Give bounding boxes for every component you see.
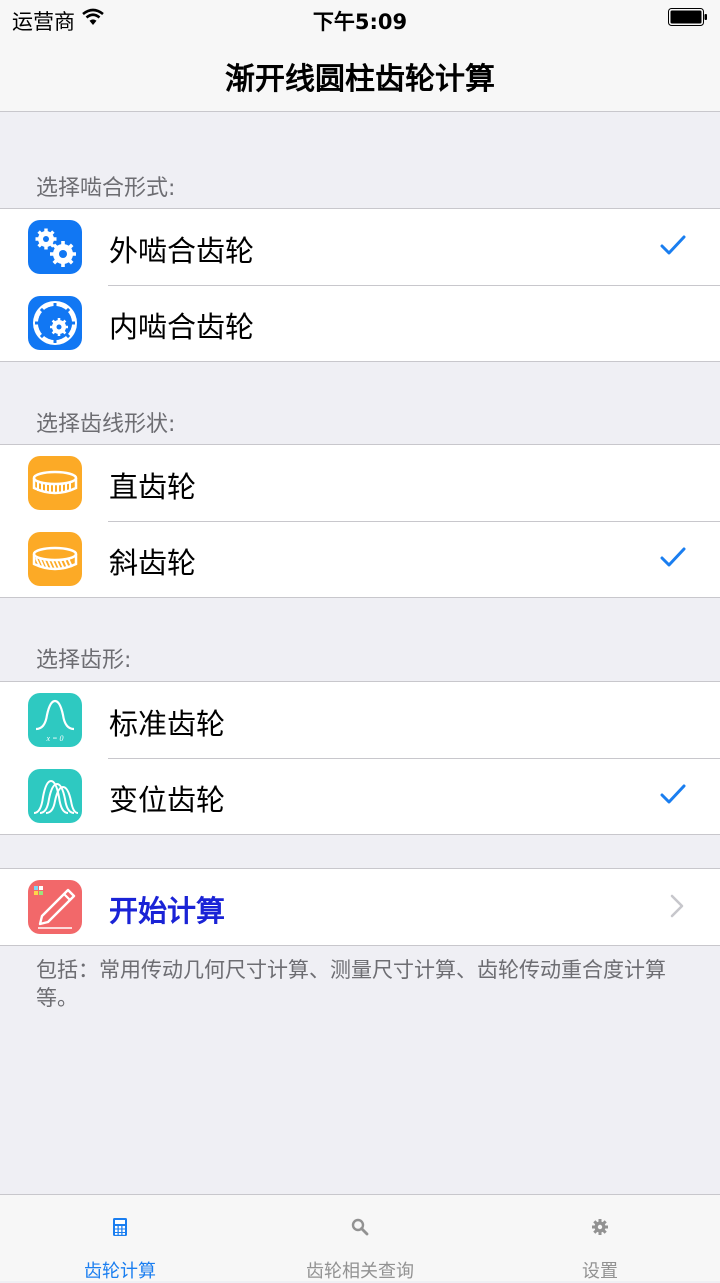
gear-icon [592,1219,608,1235]
section-header-mesh-type: 选择啮合形式: [36,176,176,201]
search-icon [351,1218,369,1236]
option-helical-gear[interactable]: 斜齿轮 [0,521,720,597]
status-bar: 运营商 下午5:09 [0,0,720,40]
tab-gear-calculation[interactable]: 齿轮计算 [0,1195,240,1282]
status-time: 下午5:09 [312,10,408,34]
tab-bar: 齿轮计算 齿轮相关查询 设置 [0,1194,720,1282]
tab-gear-lookup[interactable]: 齿轮相关查询 [240,1195,480,1282]
option-standard-gear[interactable]: x = 0 标准齿轮 [0,682,720,758]
option-label: 直齿轮 [109,470,197,504]
option-label: 斜齿轮 [109,546,197,580]
option-label: 内啮合齿轮 [109,310,255,344]
checkmark-icon [660,235,686,255]
navigation-bar: 渐开线圆柱齿轮计算 [0,40,720,112]
checkmark-icon [660,547,686,567]
option-modified-gear[interactable]: 变位齿轮 [0,758,720,834]
battery-icon [668,8,707,26]
start-label: 开始计算 [109,894,226,928]
tooth-profile-group: x = 0 标准齿轮 变位齿轮 [0,681,720,835]
option-external-gear[interactable]: 外啮合齿轮 [0,209,720,285]
calculator-icon [113,1218,127,1236]
pencil-icon [28,880,82,934]
option-label: 变位齿轮 [109,783,226,817]
start-calculation-button[interactable]: 开始计算 [0,869,720,945]
tab-settings[interactable]: 设置 [480,1195,720,1282]
tab-label: 齿轮计算 [84,1261,156,1282]
footnote: 包括：常用传动几何尺寸计算、测量尺寸计算、齿轮传动重合度计算等。 [36,958,666,1010]
checkmark-icon [660,784,686,804]
option-internal-gear[interactable]: 内啮合齿轮 [0,285,720,361]
spur-gear-icon [28,456,82,510]
page-title: 渐开线圆柱齿轮计算 [225,62,495,97]
start-group: 开始计算 [0,868,720,946]
option-spur-gear[interactable]: 直齿轮 [0,445,720,521]
tooth-line-group: 直齿轮 斜齿轮 [0,444,720,598]
mesh-type-group: 外啮合齿轮 内啮合齿轮 [0,208,720,362]
option-label: 外啮合齿轮 [109,234,255,268]
section-header-tooth-line: 选择齿线形状: [36,412,176,437]
internal-gear-icon [28,296,82,350]
external-gear-icon [28,220,82,274]
option-label: 标准齿轮 [109,707,226,741]
tab-label: 齿轮相关查询 [306,1261,414,1282]
chevron-right-icon [670,894,684,918]
helical-gear-icon [28,532,82,586]
tab-label: 设置 [582,1261,618,1282]
standard-profile-icon: x = 0 [28,693,82,747]
formula-text: x = 0 [46,734,64,743]
modified-profile-icon [28,769,82,823]
section-header-tooth-profile: 选择齿形: [36,648,132,673]
